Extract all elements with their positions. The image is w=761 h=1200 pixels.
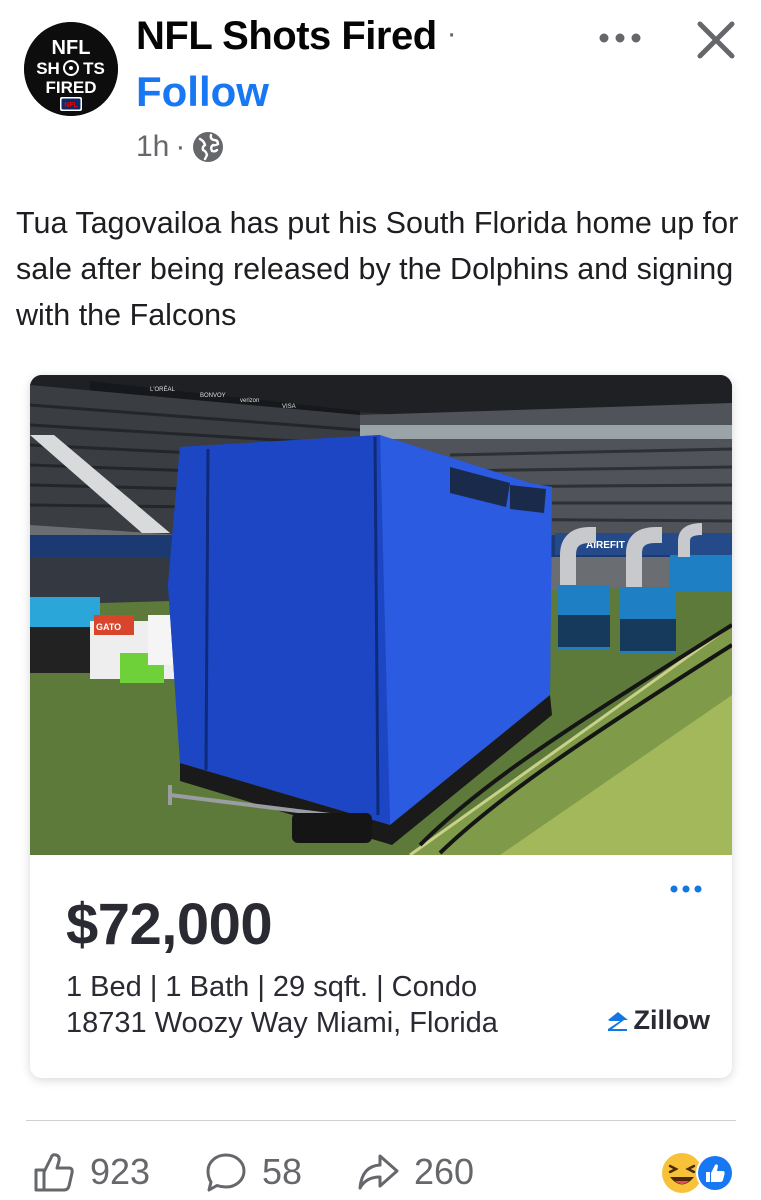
page-avatar[interactable]: NFL SH TS FIRED NFL bbox=[24, 22, 118, 116]
svg-text:TS: TS bbox=[83, 59, 105, 78]
close-button[interactable] bbox=[690, 14, 742, 66]
reactions-summary[interactable] bbox=[660, 1150, 740, 1196]
svg-text:FIRED: FIRED bbox=[46, 78, 97, 97]
sign-gato: GATO bbox=[96, 622, 121, 632]
more-horizontal-icon bbox=[670, 885, 702, 893]
like-reaction-icon bbox=[696, 1154, 734, 1192]
like-button[interactable]: 923 bbox=[32, 1150, 150, 1194]
sign-loreal: L'ORÉAL bbox=[150, 386, 175, 393]
page-name[interactable]: NFL Shots Fired · bbox=[136, 14, 457, 59]
post-time[interactable]: 1h bbox=[136, 130, 169, 164]
svg-text:SH: SH bbox=[36, 59, 60, 78]
zillow-logo-icon bbox=[607, 1011, 628, 1031]
listing-details: 1 Bed | 1 Bath | 29 sqft. | Condo bbox=[66, 971, 478, 1003]
zillow-brand: Zillow bbox=[606, 1005, 711, 1036]
comment-count: 58 bbox=[262, 1151, 303, 1192]
thumbs-up-icon bbox=[34, 1153, 74, 1192]
globe-icon bbox=[193, 132, 224, 162]
more-horizontal-icon bbox=[599, 33, 641, 43]
page-name-text[interactable]: NFL Shots Fired bbox=[136, 14, 437, 58]
listing-more-button[interactable] bbox=[666, 877, 706, 901]
comment-icon bbox=[206, 1153, 246, 1192]
like-count: 923 bbox=[90, 1151, 151, 1192]
close-icon bbox=[697, 21, 735, 59]
svg-text:NFL: NFL bbox=[52, 37, 91, 59]
action-divider bbox=[26, 1120, 736, 1121]
meta-separator-dot: · bbox=[175, 130, 186, 163]
share-count: 260 bbox=[414, 1151, 475, 1192]
more-options-button[interactable] bbox=[594, 18, 646, 58]
post-meta: 1h · bbox=[136, 130, 225, 164]
listing-address: 18731 Woozy Way Miami, Florida bbox=[66, 1007, 498, 1039]
comment-button[interactable]: 58 bbox=[204, 1150, 302, 1194]
zillow-brand-text: Zillow bbox=[633, 1005, 711, 1035]
follow-button[interactable]: Follow bbox=[136, 68, 269, 116]
post-actions: 923 58 260 bbox=[0, 1140, 761, 1200]
sign-bonvoy: BONVOY bbox=[200, 393, 226, 399]
post-text: Tua Tagovailoa has put his South Florida… bbox=[16, 206, 739, 332]
nfl-shots-fired-logo: NFL SH TS FIRED NFL bbox=[24, 22, 118, 116]
share-icon bbox=[358, 1154, 399, 1190]
sign-verizon: verizon bbox=[240, 398, 259, 404]
listing-card[interactable]: L'ORÉAL BONVOY verizon VISA GATO AIREFIT… bbox=[30, 375, 732, 1078]
listing-price: $72,000 bbox=[66, 892, 273, 957]
listing-info: $72,000 1 Bed | 1 Bath | 29 sqft. | Cond… bbox=[30, 855, 732, 1078]
share-button[interactable]: 260 bbox=[356, 1150, 474, 1194]
svg-text:NFL: NFL bbox=[64, 102, 78, 109]
listing-photo[interactable]: L'ORÉAL BONVOY verizon VISA GATO AIREFIT bbox=[30, 375, 732, 855]
name-separator-dot: · bbox=[446, 17, 457, 50]
